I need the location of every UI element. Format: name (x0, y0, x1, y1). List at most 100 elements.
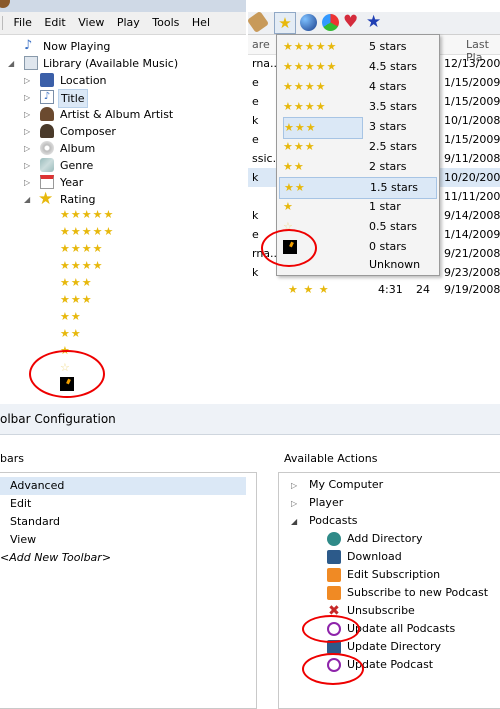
collapsed-triangle-icon[interactable]: ▷ (24, 157, 32, 174)
menu-bar: File Edit View Play Tools Hel (0, 12, 246, 35)
cell-date: 10/1/2008 (444, 114, 500, 127)
menu-item-4-stars[interactable]: ★★★★ 4 stars (279, 77, 435, 97)
stars-2-icon: ★★ (283, 160, 305, 173)
cell-c1: rna.. (252, 57, 278, 70)
dialog-title-bar: olbar Configuration (0, 404, 500, 435)
list-item-label: Edit (10, 497, 32, 510)
tree-label: Artist & Album Artist (60, 108, 174, 121)
tree-item-my-computer[interactable]: ▷ My Computer (291, 476, 383, 494)
stars-2-5-icon: ★★★ (283, 140, 316, 153)
cell-date: 10/20/2008 (444, 171, 500, 184)
color-wheel-icon[interactable] (322, 14, 339, 31)
calendar-icon (40, 175, 54, 189)
rating-2-stars[interactable]: ★★ (60, 308, 82, 325)
collapsed-triangle-icon[interactable]: ▷ (24, 140, 32, 157)
broom-icon[interactable] (248, 10, 270, 34)
menu-item-label: 0.5 stars (369, 220, 418, 233)
menu-item-label: 4 stars (369, 80, 407, 93)
rating-5-stars[interactable]: ★★★★★ (60, 206, 114, 223)
library-window: File Edit View Play Tools Hel ♪ Now Play… (0, 0, 246, 400)
menu-view[interactable]: View (73, 12, 108, 29)
action-label: Add Directory (347, 532, 423, 545)
menu-item-3-stars[interactable]: ★★★ 3 stars (279, 117, 435, 139)
list-item-standard[interactable]: Standard (0, 513, 246, 531)
tree-item-podcasts[interactable]: ◢ Podcasts (291, 512, 358, 530)
stars-3-5-icon: ★★★★ (60, 259, 104, 272)
drum-icon[interactable] (300, 14, 317, 31)
menu-item-2-5-stars[interactable]: ★★★ 2.5 stars (279, 137, 435, 157)
cell-play-count: 24 (416, 283, 430, 296)
rating-2-5-stars[interactable]: ★★★ (60, 291, 93, 308)
stars-2-icon: ★★ (60, 310, 82, 323)
list-item-advanced[interactable]: Advanced (0, 477, 246, 495)
list-item-edit[interactable]: Edit (0, 495, 246, 513)
collapsed-triangle-icon[interactable]: ▷ (24, 89, 32, 106)
toolbars-list[interactable]: Advanced Edit Standard View <Add New Too… (0, 472, 257, 709)
list-item-label: <Add New Toolbar> (0, 551, 112, 564)
row-rating-stars: ★ ★ ★ (288, 280, 330, 299)
blue-star-icon[interactable]: ★ (366, 12, 381, 32)
menu-edit[interactable]: Edit (39, 12, 69, 29)
menu-tools[interactable]: Tools (147, 12, 183, 29)
available-actions-heading: Available Actions (284, 452, 378, 465)
menu-item-1-star[interactable]: ★ 1 star (279, 197, 435, 217)
menu-file[interactable]: File (9, 12, 36, 29)
list-item-view[interactable]: View (0, 531, 246, 549)
stars-1-5-icon: ★★ (284, 181, 306, 194)
collapsed-triangle-icon[interactable]: ▷ (24, 174, 32, 191)
tree-label: Year (60, 176, 84, 189)
collapsed-triangle-icon[interactable]: ▷ (24, 106, 32, 123)
highlight-circle (302, 615, 360, 643)
rating-4-5-stars[interactable]: ★★★★★ (60, 223, 114, 240)
expanded-triangle-icon[interactable]: ◢ (8, 55, 16, 72)
menu-play[interactable]: Play (112, 12, 144, 29)
menu-item-3-5-stars[interactable]: ★★★★ 3.5 stars (279, 97, 435, 117)
list-item-label: View (10, 533, 37, 546)
cell-date: 9/21/2008 (444, 247, 500, 260)
tree-label: Now Playing (43, 40, 111, 53)
rating-star-button[interactable]: ★ (274, 12, 296, 34)
rating-3-stars[interactable]: ★★★ (60, 274, 93, 291)
cell-duration: 4:31 (378, 283, 403, 296)
column-header-genre[interactable]: are (252, 38, 270, 51)
stars-1-5-icon: ★★ (60, 327, 82, 340)
stars-3-icon: ★★★ (283, 117, 363, 139)
stars-2-5-icon: ★★★ (60, 293, 93, 306)
expanded-triangle-icon[interactable]: ◢ (24, 191, 32, 208)
menu-item-label: 3.5 stars (369, 100, 418, 113)
library-grid-icon (24, 56, 38, 70)
tree-label: Composer (60, 125, 116, 138)
person-icon (40, 107, 54, 121)
cell-date: 1/15/2009 (444, 95, 500, 108)
add-directory-icon (327, 532, 341, 546)
toolbar-configuration-dialog: olbar Configuration bars Available Actio… (0, 404, 500, 709)
heart-icon[interactable]: ♥ (343, 12, 358, 32)
rating-1-5-stars[interactable]: ★★ (60, 325, 82, 342)
action-label: Unsubscribe (347, 604, 415, 617)
collapsed-triangle-icon[interactable]: ▷ (24, 123, 32, 140)
expanded-triangle-icon[interactable]: ◢ (291, 517, 297, 526)
menu-item-label: 1.5 stars (370, 181, 419, 194)
tree-label: My Computer (309, 478, 384, 491)
tree-item-player[interactable]: ▷ Player (291, 494, 343, 512)
menu-help[interactable]: Hel (187, 12, 214, 29)
action-label: Edit Subscription (347, 568, 441, 581)
menu-item-label: 1 star (369, 200, 401, 213)
menu-item-5-stars[interactable]: ★★★★★ 5 stars (279, 37, 435, 57)
menu-item-2-stars[interactable]: ★★ 2 stars (279, 157, 435, 177)
cell-date: 9/14/2008 (444, 209, 500, 222)
genre-icon (40, 158, 54, 172)
menu-item-4-5-stars[interactable]: ★★★★★ 4.5 stars (279, 57, 435, 77)
cell-c1: k (252, 266, 259, 279)
rating-4-stars[interactable]: ★★★★ (60, 240, 103, 257)
collapsed-triangle-icon[interactable]: ▷ (291, 481, 297, 490)
collapsed-triangle-icon[interactable]: ▷ (24, 72, 32, 89)
stars-4-icon: ★★★★ (60, 242, 104, 255)
highlight-circle (302, 653, 364, 685)
menu-item-1-5-stars[interactable]: ★★ 1.5 stars (279, 177, 437, 199)
cell-date: 1/15/2009 (444, 76, 500, 89)
menu-item-label: Unknown (369, 258, 421, 271)
add-new-toolbar-item[interactable]: <Add New Toolbar> (0, 549, 246, 567)
rating-3-5-stars[interactable]: ★★★★ (60, 257, 103, 274)
collapsed-triangle-icon[interactable]: ▷ (291, 499, 297, 508)
